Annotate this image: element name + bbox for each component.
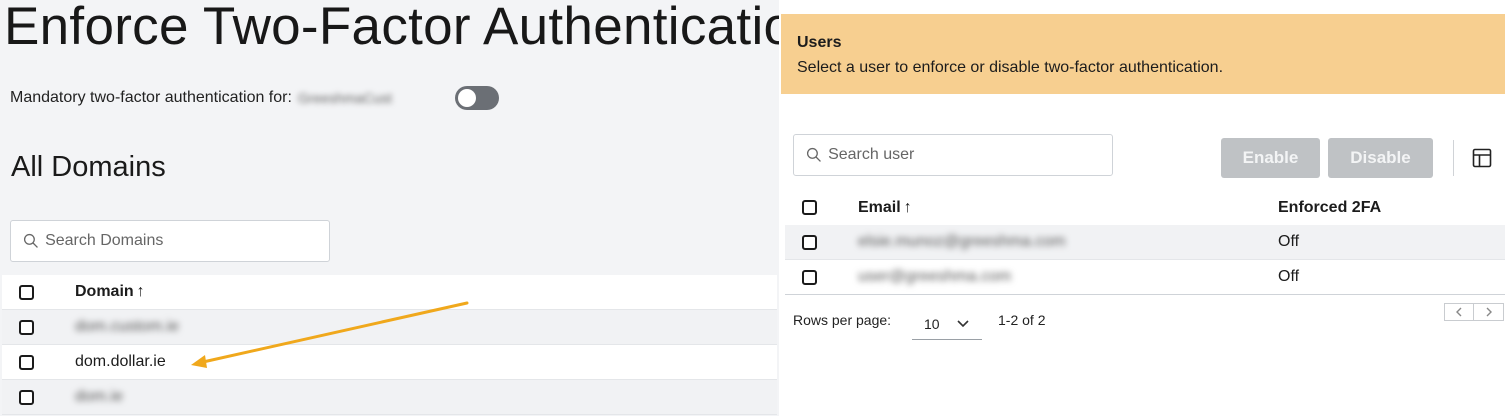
row-checkbox[interactable]: [19, 389, 34, 405]
arrow-up-icon: ↑: [903, 198, 912, 216]
users-banner: Users Select a user to enforce or disabl…: [781, 14, 1505, 94]
domain-cell: dom.ie: [75, 388, 124, 405]
rows-per-page-label: Rows per page:: [793, 312, 892, 328]
domain-header-label: Domain: [75, 283, 134, 300]
email-cell: elsie.munoz@greeshma.com: [858, 233, 1066, 250]
domains-table: Domain ↑ dom.custom.ie dom.dollar.ie dom.…: [2, 275, 777, 415]
organization-name: GreeshmaCust: [297, 90, 393, 106]
mandatory-2fa-label: Mandatory two-factor authentication for:: [10, 89, 292, 106]
email-cell: user@greeshma.com: [858, 268, 1012, 285]
search-user-input[interactable]: [828, 146, 1112, 164]
domain-cell: dom.dollar.ie: [75, 353, 166, 370]
chevron-right-icon: [1486, 307, 1492, 317]
pagination-buttons: [1444, 303, 1505, 321]
table-row[interactable]: dom.dollar.ie: [2, 345, 777, 380]
search-domains-field[interactable]: [10, 220, 330, 262]
search-domains-input[interactable]: [45, 232, 329, 250]
next-page-button[interactable]: [1474, 303, 1504, 321]
email-header-label: Email: [858, 198, 901, 216]
table-row[interactable]: dom.ie: [2, 380, 777, 415]
pagination: Rows per page: 10 1-2 of 2: [793, 308, 1493, 340]
enable-button[interactable]: Enable: [1221, 138, 1320, 178]
mandatory-2fa-row: Mandatory two-factor authentication for:…: [10, 86, 392, 110]
table-header-row: Email ↑ Enforced 2FA: [785, 190, 1505, 225]
chevron-down-icon: [957, 320, 969, 328]
search-icon: [23, 233, 38, 248]
table-row[interactable]: elsie.munoz@greeshma.com Off: [785, 225, 1505, 260]
email-column-header[interactable]: Email ↑: [858, 199, 912, 217]
enforced-2fa-cell: Off: [1278, 268, 1300, 285]
row-checkbox[interactable]: [802, 269, 817, 285]
rows-per-page-value: 10: [924, 315, 940, 332]
search-icon: [806, 147, 821, 162]
enforced-2fa-column-header[interactable]: Enforced 2FA: [1278, 199, 1381, 217]
enforced-2fa-cell: Off: [1278, 233, 1300, 250]
table-columns-icon[interactable]: [1472, 148, 1492, 168]
disable-button[interactable]: Disable: [1328, 138, 1433, 178]
section-title: All Domains: [11, 151, 166, 183]
previous-page-button[interactable]: [1444, 303, 1474, 321]
arrow-up-icon: ↑: [136, 283, 145, 300]
pagination-range: 1-2 of 2: [998, 312, 1046, 328]
row-checkbox[interactable]: [19, 319, 34, 335]
chevron-left-icon: [1456, 307, 1462, 317]
search-user-field[interactable]: [793, 134, 1113, 176]
users-panel: Users Select a user to enforce or disabl…: [779, 0, 1505, 416]
domain-column-header[interactable]: Domain ↑: [75, 283, 145, 301]
toolbar-divider: [1453, 140, 1454, 176]
toggle-knob: [458, 89, 476, 107]
row-checkbox[interactable]: [19, 354, 34, 370]
users-table: Email ↑ Enforced 2FA elsie.munoz@greeshma…: [785, 190, 1505, 295]
banner-title: Users: [797, 34, 842, 51]
table-row[interactable]: user@greeshma.com Off: [785, 260, 1505, 295]
domain-cell: dom.custom.ie: [75, 318, 180, 335]
mandatory-2fa-toggle[interactable]: [455, 86, 499, 110]
table-row[interactable]: dom.custom.ie: [2, 310, 777, 345]
select-all-checkbox[interactable]: [19, 284, 34, 300]
banner-subtitle: Select a user to enforce or disable two-…: [797, 59, 1224, 76]
rows-per-page-select[interactable]: 10: [912, 308, 982, 340]
row-checkbox[interactable]: [802, 234, 817, 250]
domains-panel: Enforce Two-Factor Authenticatio Mandato…: [0, 0, 779, 416]
page-title: Enforce Two-Factor Authenticatio: [4, 0, 779, 56]
select-all-checkbox[interactable]: [802, 200, 817, 215]
table-header-row: Domain ↑: [2, 275, 777, 310]
